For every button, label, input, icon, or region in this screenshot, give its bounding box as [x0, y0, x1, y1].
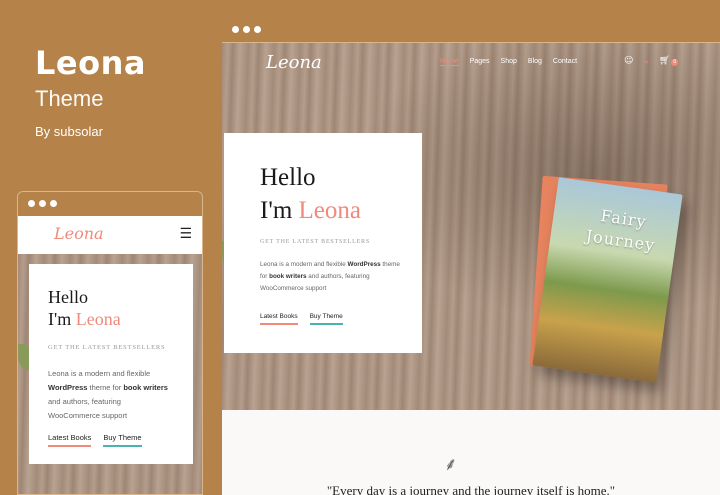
hero-im-text: I'm [48, 309, 76, 329]
hero-hello-text: Hello [48, 287, 88, 307]
mobile-header: Leona ☰ [18, 216, 202, 254]
buy-theme-button[interactable]: Buy Theme [309, 313, 343, 325]
desc-bold: WordPress [347, 261, 381, 268]
desc-part: Leona is a modern and flexible [260, 261, 348, 268]
mobile-mockup: Leona ☰ Hello I'm Leona GET THE LATEST B… [17, 191, 203, 495]
brand-subtitle: Theme [35, 86, 104, 111]
quote-section: ⸙ "Every day is a journey and the journe… [222, 410, 720, 495]
window-dot-icon [232, 26, 239, 33]
cart-icon[interactable]: 🛒︎ 0 [659, 56, 679, 66]
brand-title: Leona [35, 44, 146, 82]
window-dot-icon [28, 200, 35, 207]
nav-home[interactable]: Home [440, 58, 459, 66]
hero-hello-text: Hello [260, 164, 316, 191]
desc-part: theme for [87, 383, 124, 392]
mobile-hero-tagline: GET THE LATEST BESTSELLERS [48, 344, 166, 351]
mobile-hero-buttons: Latest Books Buy Theme [48, 433, 193, 447]
desktop-mockup: Leona Home Pages Shop Blog Contact ☺ ⌄ 🛒… [222, 18, 720, 495]
mobile-hero-description: Leona is a modern and flexible WordPress… [48, 367, 173, 423]
hero-name: Leona [298, 197, 361, 224]
hero-buttons: Latest Books Buy Theme [260, 313, 422, 325]
user-icon[interactable]: ☺ [624, 56, 633, 66]
brand-block: Leona Theme By subsolar [35, 44, 146, 139]
hero-tagline: GET THE LATEST BESTSELLERS [260, 239, 370, 245]
latest-books-button[interactable]: Latest Books [260, 313, 298, 325]
desc-bold: book writers [123, 383, 168, 392]
desktop-header-icons: ☺ ⌄ 🛒︎ 0 [624, 56, 679, 66]
nav-shop[interactable]: Shop [501, 58, 517, 66]
quote-text: "Every day is a journey and the journey … [326, 483, 616, 495]
window-dot-icon [39, 200, 46, 207]
mobile-window-bar [18, 192, 202, 216]
desc-part: and authors, featuring WooCommerce suppo… [48, 397, 128, 420]
desktop-nav: Home Pages Shop Blog Contact [440, 58, 577, 66]
mobile-logo[interactable]: Leona [54, 224, 104, 243]
window-dot-icon [254, 26, 261, 33]
hero-name: Leona [75, 309, 121, 329]
desktop-hero-card: Hello I'm Leona GET THE LATEST BESTSELLE… [224, 133, 422, 353]
mobile-hero-card: Hello I'm Leona GET THE LATEST BESTSELLE… [29, 264, 193, 464]
hero-hello: Hello I'm Leona [260, 161, 422, 227]
desktop-window-bar [222, 18, 720, 43]
nav-contact[interactable]: Contact [553, 58, 577, 66]
hero-description: Leona is a modern and flexible WordPress… [260, 259, 400, 295]
chevron-down-icon[interactable]: ⌄ [642, 56, 650, 66]
desktop-hero: Leona Home Pages Shop Blog Contact ☺ ⌄ 🛒… [222, 43, 720, 410]
mobile-hero-hello: Hello I'm Leona [48, 286, 193, 330]
brand-author: By subsolar [35, 124, 103, 139]
latest-books-button[interactable]: Latest Books [48, 433, 92, 447]
hamburger-menu-icon[interactable]: ☰ [179, 226, 192, 242]
desc-bold: WordPress [48, 383, 88, 392]
desktop-logo[interactable]: Leona [266, 52, 322, 73]
cart-count-badge: 0 [671, 59, 679, 66]
branch-icon: ⸙ [444, 454, 458, 475]
hero-im-text: I'm [260, 197, 299, 224]
nav-blog[interactable]: Blog [528, 58, 542, 66]
desc-bold: book writers [269, 273, 307, 280]
window-dot-icon [243, 26, 250, 33]
nav-pages[interactable]: Pages [470, 58, 490, 66]
buy-theme-button[interactable]: Buy Theme [103, 433, 142, 447]
desc-part: Leona is a modern and flexible [48, 369, 151, 378]
window-dot-icon [50, 200, 57, 207]
mobile-hero: Hello I'm Leona GET THE LATEST BESTSELLE… [18, 254, 202, 494]
